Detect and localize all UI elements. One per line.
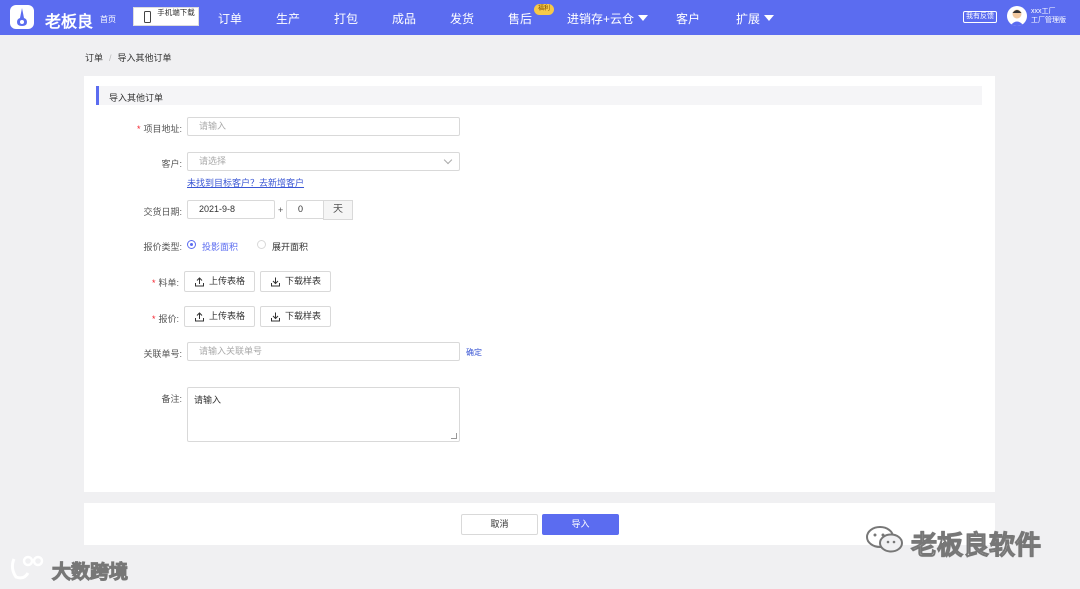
mobile-phone-icon (144, 11, 151, 23)
import-button[interactable]: 导入 (542, 514, 619, 535)
required-mark: * (151, 314, 156, 324)
upload-icon (195, 312, 204, 322)
related-number-input[interactable]: 请输入关联单号 (187, 342, 460, 361)
plus-sign: + (278, 205, 284, 215)
cancel-button[interactable]: 取消 (461, 514, 538, 535)
wechat-icon (866, 526, 903, 553)
nav-customers[interactable]: 客户 (676, 10, 700, 27)
top-nav-bar: 老板良 首页 手机端下载 订单 生产 打包 成品 发货 售后 福利 进销存+云仓… (0, 0, 1080, 35)
delivery-date-input[interactable]: 2021-9-8 (187, 200, 275, 219)
app-download-label: 手机端下载 (157, 8, 195, 17)
project-address-input[interactable]: 请输入 (187, 117, 460, 136)
quotation-upload-button[interactable]: 上传表格 (184, 306, 255, 327)
feedback-button[interactable]: 我有反馈 (963, 11, 997, 23)
home-link[interactable]: 首页 (100, 14, 116, 25)
radio-projected-area[interactable] (187, 240, 196, 249)
material-download-template-button[interactable]: 下载样表 (260, 271, 331, 292)
customer-select[interactable]: 请选择 (187, 152, 460, 171)
breadcrumb-current: 导入其他订单 (117, 53, 172, 63)
nav-inventory-label: 进销存+云仓 (567, 12, 635, 26)
remark-textarea[interactable]: 请输入 (187, 387, 460, 442)
remark-label: 备注: (161, 394, 182, 404)
resize-handle-icon[interactable] (451, 433, 457, 439)
required-mark: * (151, 278, 156, 288)
delivery-date-label: 交货日期: (143, 207, 182, 217)
quotation-label-text: 报价: (158, 314, 179, 324)
related-number-label: 关联单号: (143, 349, 182, 359)
project-address-label: * 项目地址: (130, 122, 182, 135)
upload-icon (195, 277, 204, 287)
nav-extensions-label: 扩展 (736, 12, 761, 26)
nav-after-sales[interactable]: 售后 (508, 10, 532, 27)
action-bar (84, 503, 995, 545)
material-download-label: 下载样表 (285, 276, 322, 286)
nav-extensions[interactable]: 扩展 (736, 10, 775, 27)
download-icon (271, 277, 280, 287)
add-customer-link[interactable]: 未找到目标客户？去新增客户 (187, 176, 304, 189)
breadcrumb-orders[interactable]: 订单 (85, 53, 103, 63)
radio-unfolded-area-label[interactable]: 展开面积 (272, 240, 308, 253)
watermark-logo-icon (10, 555, 44, 580)
quotation-download-label: 下载样表 (285, 311, 322, 321)
nav-packing[interactable]: 打包 (334, 10, 358, 27)
related-number-confirm-link[interactable]: 确定 (466, 347, 482, 358)
material-upload-button[interactable]: 上传表格 (184, 271, 255, 292)
section-header (96, 86, 982, 105)
days-unit: 天 (323, 200, 353, 220)
promo-badge: 福利 (534, 4, 554, 15)
material-upload-label: 上传表格 (209, 276, 246, 286)
user-role: 工厂管理版 (1031, 17, 1066, 24)
brand-logo-icon[interactable] (10, 5, 34, 29)
quote-type-label: 报价类型: (143, 242, 182, 252)
breadcrumb-separator: / (109, 53, 112, 63)
quotation-label: * 报价: (130, 312, 179, 325)
user-avatar[interactable] (1007, 6, 1027, 26)
app-download-button[interactable]: 手机端下载 (133, 7, 199, 26)
caret-down-icon (638, 15, 649, 21)
breadcrumb: 订单 / 导入其他订单 (85, 51, 172, 64)
required-mark: * (136, 124, 141, 134)
download-icon (271, 312, 280, 322)
brand-name[interactable]: 老板良 (45, 8, 93, 32)
material-list-label: * 料单: (130, 276, 179, 289)
remark-placeholder: 请输入 (194, 395, 222, 405)
radio-unfolded-area[interactable] (257, 240, 266, 249)
nav-production[interactable]: 生产 (276, 10, 300, 27)
watermark-brand: 老板良软件 (910, 530, 1042, 561)
section-title: 导入其他订单 (109, 93, 164, 103)
watermark-left-brand: 大数跨境 (51, 562, 129, 584)
nav-inventory-cloud[interactable]: 进销存+云仓 (567, 10, 649, 27)
user-name[interactable]: xxx工厂 (1031, 7, 1056, 16)
customer-label: 客户: (161, 159, 182, 169)
material-list-label-text: 料单: (158, 278, 179, 288)
nav-orders[interactable]: 订单 (218, 10, 242, 27)
radio-projected-area-label[interactable]: 投影面积 (202, 240, 238, 253)
caret-down-icon (764, 15, 775, 21)
nav-finished-goods[interactable]: 成品 (392, 10, 416, 27)
quotation-download-template-button[interactable]: 下载样表 (260, 306, 331, 327)
quotation-upload-label: 上传表格 (209, 311, 246, 321)
extra-days-input[interactable]: 0 (286, 200, 324, 219)
nav-shipping[interactable]: 发货 (450, 10, 474, 27)
project-address-label-text: 项目地址: (143, 124, 182, 134)
